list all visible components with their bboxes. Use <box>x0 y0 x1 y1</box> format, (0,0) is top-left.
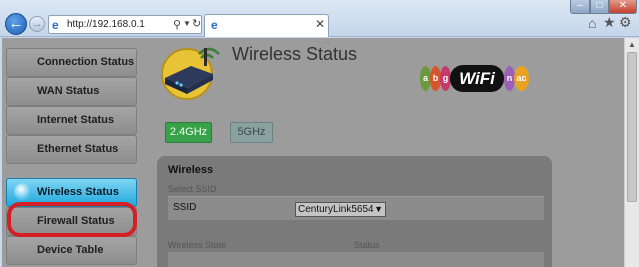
select-ssid-label: Select SSID <box>168 184 217 194</box>
sidebar-item-label: WAN Status <box>37 85 100 97</box>
star-icon[interactable]: ★ <box>603 14 616 31</box>
refresh-icon[interactable]: ↻ <box>192 17 201 30</box>
page-title: Wireless Status <box>232 44 358 64</box>
forward-arrow-icon: → <box>31 18 43 30</box>
active-orb-icon <box>14 183 32 201</box>
sidebar-item-ethernet-status[interactable]: Ethernet Status <box>6 135 137 164</box>
close-tab-icon[interactable]: ✕ <box>315 17 325 31</box>
back-arrow-icon: ← <box>8 15 24 32</box>
sidebar-item-label: Ethernet Status <box>37 143 119 155</box>
search-icon[interactable]: ⚲ <box>173 18 181 31</box>
browser-chrome: – □ ✕ ← → e http://192.168.0.1 ⚲ ▼ ↻ e ✕… <box>0 0 639 37</box>
chevron-down-icon: ▼ <box>374 204 383 214</box>
ssid-label: SSID <box>173 202 197 213</box>
wifi-logo-ac: ac <box>514 66 529 91</box>
sidebar-item-wan-status[interactable]: WAN Status <box>6 77 137 106</box>
minimize-button[interactable]: – <box>570 0 590 14</box>
address-url[interactable]: http://192.168.0.1 <box>67 19 145 31</box>
panel-title: Wireless <box>168 164 214 176</box>
sidebar-item-label: Internet Status <box>37 114 115 126</box>
close-button[interactable]: ✕ <box>609 0 637 14</box>
ie-favicon-icon: e <box>211 18 218 32</box>
gear-icon[interactable]: ⚙ <box>619 14 632 31</box>
close-icon: ✕ <box>618 0 628 11</box>
ie-favicon-icon: e <box>52 18 59 32</box>
maximize-button[interactable]: □ <box>590 0 609 14</box>
highlight-ring <box>7 202 137 237</box>
band-button-2-4ghz[interactable]: 2.4GHz <box>165 122 212 143</box>
browser-window: – □ ✕ ← → e http://192.168.0.1 ⚲ ▼ ↻ e ✕… <box>0 0 639 267</box>
page-content: Connection Status WAN Status Internet St… <box>2 38 624 267</box>
wifi-logo-text: WiFi <box>450 65 504 92</box>
home-icon[interactable]: ⌂ <box>588 15 596 31</box>
sidebar-item-internet-status[interactable]: Internet Status <box>6 106 137 135</box>
browser-tab[interactable]: e ✕ <box>204 14 329 37</box>
back-button[interactable]: ← <box>5 13 27 35</box>
wifi-logo: a b g WiFi n ac <box>420 65 536 92</box>
chevron-down-icon[interactable]: ▼ <box>183 19 191 28</box>
sidebar-item-label: Connection Status <box>37 56 135 68</box>
maximize-icon: □ <box>596 0 603 11</box>
ssid-select[interactable]: CenturyLink5654 ▼ <box>295 202 386 217</box>
ssid-row: SSID CenturyLink5654 ▼ <box>168 196 544 220</box>
table-row <box>168 252 544 267</box>
forward-button[interactable]: → <box>29 16 45 32</box>
wireless-panel: Wireless Select SSID SSID CenturyLink565… <box>157 156 552 267</box>
router-icon <box>161 47 220 100</box>
ssid-select-value: CenturyLink5654 <box>298 204 374 215</box>
scroll-up-icon[interactable]: ▲ <box>628 40 636 49</box>
address-bar[interactable]: e http://192.168.0.1 ⚲ ▼ ↻ <box>48 15 202 34</box>
sidebar-item-label: Device Table <box>37 244 104 256</box>
vertical-scrollbar[interactable]: ▲ <box>624 38 639 267</box>
sidebar-item-connection-status[interactable]: Connection Status <box>6 48 137 77</box>
scrollbar-thumb[interactable] <box>627 52 637 202</box>
minimize-icon: – <box>577 0 583 11</box>
column-header-wireless-state: Wireless State <box>168 240 227 250</box>
band-button-5ghz[interactable]: 5GHz <box>230 122 273 143</box>
column-header-status: Status <box>354 240 380 250</box>
sidebar-item-label: Wireless Status <box>37 186 119 198</box>
sidebar-item-device-table[interactable]: Device Table <box>6 236 137 265</box>
